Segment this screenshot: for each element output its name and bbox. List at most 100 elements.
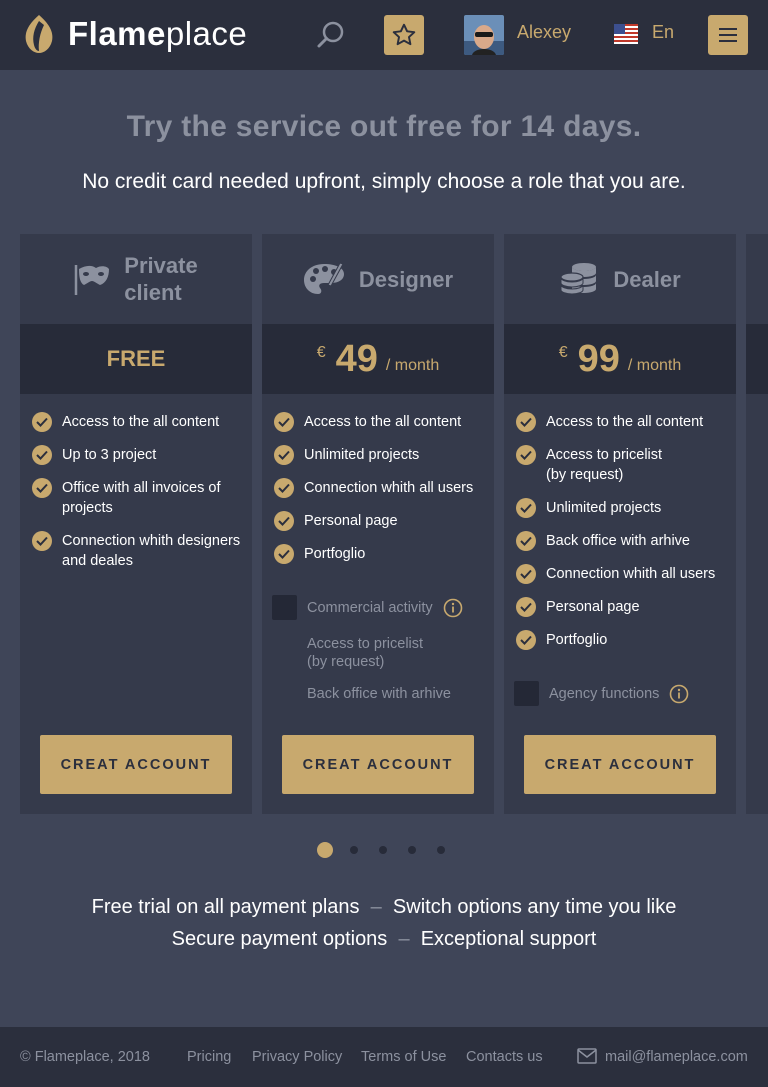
list-item: Access to pricelist (by request) — [516, 445, 686, 485]
pagination-dot[interactable] — [317, 842, 333, 858]
list-item: Connection whith all users — [274, 478, 494, 498]
feature-list: Access to the all content Access to pric… — [504, 394, 736, 650]
us-flag-icon[interactable] — [614, 24, 638, 44]
plan-card-dealer: Dealer € 99 / month Access to the all co… — [504, 234, 736, 814]
plan-price: FREE — [20, 324, 252, 394]
check-icon — [274, 511, 294, 531]
plan-header: Private client — [20, 234, 252, 324]
mail-icon — [577, 1048, 597, 1064]
pagination-dot[interactable] — [408, 846, 416, 854]
benefits-line-2: Secure payment options – Exceptional sup… — [171, 928, 597, 950]
option-extra-pricelist: Access to pricelist (by request) — [307, 636, 424, 670]
check-icon — [32, 445, 52, 465]
list-item: Access to the all content — [274, 412, 494, 432]
list-item: Portfoglio — [516, 630, 736, 650]
logo[interactable]: Flameplace — [22, 10, 247, 58]
price-amount: 99 — [577, 337, 620, 380]
plan-title: Designer — [358, 266, 454, 292]
pagination-dot[interactable] — [379, 846, 387, 854]
copyright: © Flameplace, 2018 — [20, 1049, 150, 1065]
list-item: Unlimited projects — [274, 445, 494, 465]
search-icon[interactable] — [316, 20, 346, 50]
footer-link-pricing[interactable]: Pricing — [187, 1049, 231, 1065]
option-extra-backoffice: Back office with arhive — [307, 686, 451, 702]
option-label: Commercial activity — [307, 599, 433, 616]
plan-card-designer: Designer € 49 / month Access to the all … — [262, 234, 494, 814]
option-label: Agency functions — [549, 685, 660, 702]
plan-price: € 49 / month — [262, 324, 494, 394]
username[interactable]: Alexey — [517, 22, 571, 43]
info-icon[interactable] — [443, 598, 463, 618]
check-icon — [274, 544, 294, 564]
coins-icon — [560, 263, 597, 295]
list-item: Connection whith designers and deales — [32, 531, 252, 571]
list-item: Office with all invoices of projects — [32, 478, 252, 518]
price-free: FREE — [106, 346, 166, 371]
commercial-activity-option[interactable]: Commercial activity — [272, 595, 463, 620]
info-icon[interactable] — [669, 684, 689, 704]
list-item: Personal page — [516, 597, 736, 617]
palette-icon — [303, 262, 344, 294]
plan-card-next-partial — [746, 234, 768, 814]
check-icon — [274, 412, 294, 432]
create-account-button[interactable]: CREAT ACCOUNT — [524, 735, 716, 794]
list-item: Connection whith all users — [516, 564, 736, 584]
language-selector[interactable]: En — [652, 22, 674, 43]
pagination-dot[interactable] — [437, 846, 445, 854]
star-icon — [392, 23, 416, 46]
check-icon — [32, 478, 52, 498]
footer-link-privacy[interactable]: Privacy Policy — [252, 1049, 342, 1065]
footer-link-contacts[interactable]: Contacts us — [466, 1049, 543, 1065]
favorites-button[interactable] — [384, 15, 424, 55]
flame-logo-icon — [25, 15, 53, 53]
checkbox[interactable] — [514, 681, 539, 706]
check-icon — [516, 531, 536, 551]
plan-title: Dealer — [613, 266, 681, 292]
check-icon — [516, 445, 536, 465]
check-icon — [516, 564, 536, 584]
plan-price: € 99 / month — [504, 324, 736, 394]
plan-header: Designer — [262, 234, 494, 324]
check-icon — [32, 531, 52, 551]
feature-list: Access to the all content Up to 3 projec… — [20, 394, 252, 571]
price-period: / month — [385, 357, 440, 374]
create-account-button[interactable]: CREAT ACCOUNT — [282, 735, 474, 794]
plan-title: Private client — [124, 253, 198, 305]
check-icon — [274, 445, 294, 465]
footer: © Flameplace, 2018 Pricing Privacy Polic… — [0, 1027, 768, 1087]
price-period: / month — [627, 357, 682, 374]
list-item: Portfoglio — [274, 544, 494, 564]
list-item: Up to 3 project — [32, 445, 252, 465]
agency-functions-option[interactable]: Agency functions — [514, 681, 689, 706]
check-icon — [516, 630, 536, 650]
currency: € — [316, 344, 326, 361]
price-amount: 49 — [335, 337, 378, 380]
check-icon — [516, 498, 536, 518]
pagination-dot[interactable] — [350, 846, 358, 854]
list-item: Unlimited projects — [516, 498, 736, 518]
check-icon — [516, 597, 536, 617]
footer-email[interactable]: mail@flameplace.com — [605, 1049, 748, 1065]
currency: € — [558, 344, 568, 361]
check-icon — [274, 478, 294, 498]
carousel-pagination — [317, 842, 466, 858]
feature-list: Access to the all content Unlimited proj… — [262, 394, 494, 564]
page-subtitle: No credit card needed upfront, simply ch… — [82, 170, 686, 193]
create-account-button[interactable]: CREAT ACCOUNT — [40, 735, 232, 794]
plan-header: Dealer — [504, 234, 736, 324]
check-icon — [32, 412, 52, 432]
checkbox[interactable] — [272, 595, 297, 620]
header: Flameplace Alexey En — [0, 0, 768, 70]
avatar[interactable] — [464, 15, 504, 55]
footer-link-terms[interactable]: Terms of Use — [361, 1049, 446, 1065]
check-icon — [516, 412, 536, 432]
page-title: Try the service out free for 14 days. — [126, 110, 642, 143]
logo-text: Flameplace — [68, 15, 248, 52]
benefits-line-1: Free trial on all payment plans – Switch… — [91, 896, 677, 918]
list-item: Access to the all content — [516, 412, 736, 432]
list-item: Personal page — [274, 511, 494, 531]
list-item: Access to the all content — [32, 412, 252, 432]
menu-button[interactable] — [708, 15, 748, 55]
mask-icon — [75, 265, 110, 295]
plan-card-private: Private client FREE Access to the all con… — [20, 234, 252, 814]
